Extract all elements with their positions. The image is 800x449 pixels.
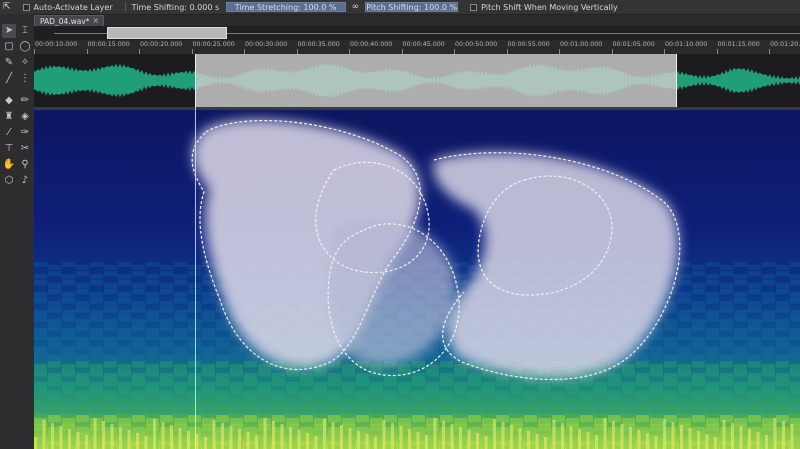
waveform-view[interactable] — [34, 54, 800, 107]
ruler-tick-label: 00:01:05.000 — [612, 41, 655, 48]
file-tab[interactable]: PAD_04.wav* × — [34, 15, 104, 26]
fill-icon[interactable]: ◈ — [18, 110, 32, 124]
file-tab-title: PAD_04.wav* — [40, 16, 90, 26]
ruler-tick-label: 00:01:00.000 — [560, 41, 603, 48]
ruler-tick-label: 00:00:35.000 — [297, 41, 340, 48]
auto-activate-checkbox[interactable] — [22, 3, 30, 11]
file-tabs: PAD_04.wav* × — [34, 15, 800, 26]
pitch-shifting-label: Pitch Shifting: 100.0 % — [366, 2, 458, 12]
link-icon[interactable]: ∞ — [352, 0, 360, 14]
scissors-icon[interactable]: ✂ — [18, 142, 32, 156]
pointer-icon[interactable]: ➤ — [2, 24, 16, 38]
ruler-tick-label: 00:00:45.000 — [402, 41, 445, 48]
ruler-tick-label: 00:01:15.000 — [717, 41, 760, 48]
lasso-icon[interactable]: ◯ — [18, 40, 32, 54]
pitch-shift-vertical-checkbox[interactable] — [470, 3, 478, 11]
pitch-shift-vertical-label: Pitch Shift When Moving Vertically — [481, 2, 618, 12]
pitch-shift-vertical-toggle[interactable]: Pitch Shift When Moving Vertically — [464, 0, 618, 14]
speaker-icon[interactable]: ♪ — [18, 174, 32, 188]
eraser-icon[interactable]: ◆ — [2, 94, 16, 108]
ruler-tick-label: 00:00:55.000 — [507, 41, 550, 48]
rectangle-select-icon[interactable]: ▢ — [2, 40, 16, 54]
time-ruler[interactable]: 00:00:10.000 00:00:15.000 00:00:20.000 00:0… — [34, 40, 800, 55]
spectrogram-view[interactable] — [34, 110, 800, 449]
pitch-shifting-slider[interactable]: Pitch Shifting: 100.0 % — [365, 0, 459, 14]
hand-icon[interactable]: ✋ — [2, 158, 16, 172]
time-stretching-slider[interactable]: Time Stretching: 100.0 % — [225, 0, 346, 14]
brush-select-icon[interactable]: ✎ — [2, 56, 16, 70]
ruler-tick-label: 00:00:10.000 — [35, 41, 78, 48]
ruler-tick-label: 00:00:30.000 — [245, 41, 288, 48]
time-shifting-field[interactable]: Time Shifting: 0.000 s — [132, 0, 220, 14]
auto-activate-label: Auto-Activate Layer — [33, 2, 113, 12]
ruler-tick-label: 00:01:20.000 — [770, 41, 800, 48]
time-selection-icon[interactable]: ⌶ — [18, 24, 32, 38]
smudge-icon[interactable]: ✑ — [18, 126, 32, 140]
tool-palette: ➤ ⌶ ▢ ◯ ✎ ✧ ╱ ⋮ ◆ ✏ ♜ ◈ ⁄ ✑ ⊤ ✂ ✋ ⚲ ⬡ ♪ — [0, 14, 35, 449]
ruler-tick-label: 00:00:20.000 — [140, 41, 183, 48]
frequency-select-icon[interactable]: ⋮ — [18, 72, 32, 86]
ruler-tick-label: 00:00:50.000 — [455, 41, 498, 48]
zoom-icon[interactable]: ⚲ — [18, 158, 32, 172]
time-shifting-label: Time Shifting: 0.000 s — [131, 2, 220, 12]
pointer-mode-icon[interactable]: ⇱ — [3, 0, 11, 14]
ruler-tick-label: 00:00:15.000 — [87, 41, 130, 48]
pencil-icon[interactable]: ✏ — [18, 94, 32, 108]
line-icon[interactable]: ╱ — [2, 72, 16, 86]
brush-icon[interactable]: ⁄ — [2, 126, 16, 140]
overview-navigator[interactable] — [34, 26, 800, 41]
stamp-icon[interactable]: ♜ — [2, 110, 16, 124]
spectrogram-graph — [34, 110, 800, 449]
ruler-tick-label: 00:01:10.000 — [665, 41, 708, 48]
waveform-selection[interactable] — [195, 54, 677, 107]
cut-icon[interactable]: ⊤ — [2, 142, 16, 156]
time-stretching-label: Time Stretching: 100.0 % — [234, 2, 337, 12]
ruler-tick-label: 00:00:25.000 — [192, 41, 235, 48]
overview-view-range[interactable] — [107, 27, 227, 39]
auto-activate-toggle[interactable]: Auto-Activate Layer — [17, 0, 113, 14]
cube-icon[interactable]: ⬡ — [2, 174, 16, 188]
ruler-tick-label: 00:00:40.000 — [350, 41, 393, 48]
close-tab-icon[interactable]: × — [92, 16, 99, 26]
playhead-line[interactable] — [195, 54, 196, 449]
top-toolbar: ⇱ Auto-Activate Layer Time Shifting: 0.0… — [0, 0, 800, 15]
separator — [124, 2, 126, 12]
magic-wand-icon[interactable]: ✧ — [18, 56, 32, 70]
